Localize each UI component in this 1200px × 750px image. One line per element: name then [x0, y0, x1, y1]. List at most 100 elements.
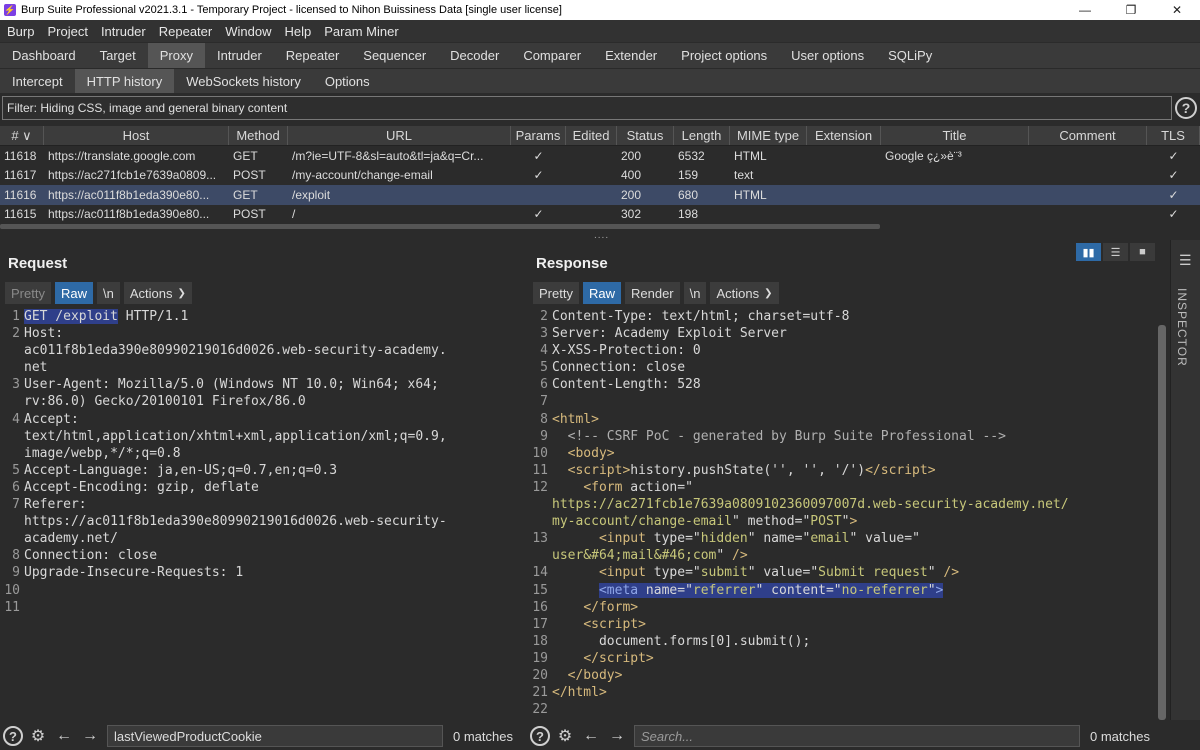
tab-repeater[interactable]: Repeater — [274, 43, 351, 68]
tab-sequencer[interactable]: Sequencer — [351, 43, 438, 68]
tab-proxy[interactable]: Proxy — [147, 43, 205, 68]
main-tabs: Dashboard Target Proxy Intruder Repeater… — [0, 43, 1200, 68]
col-num[interactable]: # ∨ — [0, 126, 44, 145]
cell-ext — [807, 146, 881, 166]
cell-status: 200 — [621, 187, 642, 202]
response-raw-button[interactable]: Raw — [582, 282, 621, 304]
table-row[interactable]: 11618 https://translate.google.com GET /… — [0, 146, 1200, 166]
response-pretty-button[interactable]: Pretty — [533, 282, 579, 304]
close-button[interactable]: ✕ — [1154, 0, 1200, 20]
arrow-left-icon[interactable]: ← — [580, 725, 602, 747]
tab-decoder[interactable]: Decoder — [438, 43, 511, 68]
cell-mime — [730, 205, 807, 225]
restore-button[interactable]: ❐ — [1108, 0, 1154, 20]
cell-ext — [807, 185, 881, 205]
menu-burp[interactable]: Burp — [0, 24, 40, 39]
cell-comment — [1029, 205, 1147, 225]
request-pretty-button[interactable]: Pretty — [5, 282, 51, 304]
split-vertical-icon[interactable]: ☰ — [1103, 243, 1128, 261]
tab-options[interactable]: Options — [313, 69, 382, 93]
inspector-label[interactable]: INSPECTOR — [1175, 288, 1189, 367]
response-toolbar: Pretty Raw Render \n Actions ❯ — [533, 282, 779, 304]
tab-intercept[interactable]: Intercept — [0, 69, 75, 93]
response-editor[interactable]: 2 Content-Type: text/html; charset=utf-8 … — [530, 308, 1158, 718]
table-row[interactable]: 11617 https://ac271fcb1e7639a0809... POS… — [0, 166, 1200, 186]
col-host[interactable]: Host — [44, 126, 229, 145]
arrow-left-icon[interactable]: ← — [53, 725, 75, 747]
cell-length: 6532 — [678, 148, 705, 163]
response-match-count: 0 matches — [1090, 728, 1150, 744]
request-raw-button[interactable]: Raw — [54, 282, 93, 304]
response-actions-button[interactable]: Actions ❯ — [710, 282, 779, 304]
filter-bar[interactable]: Filter: Hiding CSS, image and general bi… — [2, 96, 1172, 120]
cell-edited — [566, 146, 617, 166]
tab-user-options[interactable]: User options — [779, 43, 876, 68]
menu-window[interactable]: Window — [218, 24, 277, 39]
response-search-input[interactable]: Search... — [634, 725, 1080, 747]
cell-method: POST — [233, 207, 266, 222]
tab-http-history[interactable]: HTTP history — [74, 69, 175, 93]
cell-comment — [1029, 166, 1147, 186]
menu-intruder[interactable]: Intruder — [94, 24, 152, 39]
single-pane-icon[interactable]: ■ — [1130, 243, 1155, 261]
inspector-panel[interactable]: ☰ INSPECTOR — [1170, 240, 1200, 720]
tab-target[interactable]: Target — [88, 43, 148, 68]
request-newline-button[interactable]: \n — [96, 282, 120, 304]
cell-comment — [1029, 185, 1147, 205]
col-status[interactable]: Status — [617, 126, 674, 145]
response-search-bar: ? ⚙ ← → Search... 0 matches — [530, 723, 1150, 749]
col-edited[interactable]: Edited — [566, 126, 617, 145]
request-editor[interactable]: 1 GET /exploit HTTP/1.1 2 Host: ac011f8b1e… — [2, 308, 520, 718]
cell-title — [881, 166, 1029, 186]
col-title[interactable]: Title — [881, 126, 1029, 145]
cell-params: ✓ — [533, 148, 544, 163]
table-row-selected[interactable]: 11616 https://ac011f8b1eda390e80... GET … — [0, 185, 1200, 205]
menu-project[interactable]: Project — [40, 24, 93, 39]
tab-comparer[interactable]: Comparer — [511, 43, 593, 68]
response-render-button[interactable]: Render — [624, 282, 680, 304]
cell-edited — [566, 166, 617, 186]
help-icon[interactable]: ? — [3, 726, 23, 746]
http-history-table: # ∨ Host Method URL Params Edited Status… — [0, 126, 1200, 230]
tab-project-options[interactable]: Project options — [669, 43, 779, 68]
menu-repeater[interactable]: Repeater — [152, 24, 218, 39]
minimize-button[interactable]: — — [1062, 0, 1108, 20]
cell-num: 11616 — [4, 187, 37, 202]
arrow-right-icon[interactable]: → — [79, 725, 101, 747]
response-newline-button[interactable]: \n — [683, 282, 707, 304]
cell-num: 11618 — [4, 148, 37, 163]
window-title: Burp Suite Professional v2021.3.1 - Temp… — [21, 4, 562, 16]
cell-mime: HTML — [734, 148, 767, 163]
col-tls[interactable]: TLS — [1147, 126, 1200, 145]
col-url[interactable]: URL — [288, 126, 511, 145]
response-vertical-scrollbar[interactable] — [1158, 325, 1166, 720]
table-horizontal-scrollbar[interactable] — [0, 224, 880, 229]
table-row[interactable]: 11615 https://ac011f8b1eda390e80... POST… — [0, 205, 1200, 225]
tab-dashboard[interactable]: Dashboard — [0, 43, 88, 68]
tab-sqlipy[interactable]: SQLiPy — [876, 43, 944, 68]
request-search-input[interactable]: lastViewedProductCookie — [107, 725, 443, 747]
tab-intruder[interactable]: Intruder — [205, 43, 274, 68]
tab-websockets-history[interactable]: WebSockets history — [174, 69, 313, 93]
pane-divider-handle[interactable]: .... — [594, 230, 609, 241]
split-horizontal-icon[interactable]: ▮▮ — [1076, 243, 1101, 261]
col-params[interactable]: Params — [511, 126, 566, 145]
request-actions-button[interactable]: Actions ❯ — [123, 282, 192, 304]
gear-icon[interactable]: ⚙ — [27, 725, 49, 747]
arrow-right-icon[interactable]: → — [606, 725, 628, 747]
actions-label: Actions — [129, 285, 173, 301]
menu-help[interactable]: Help — [277, 24, 317, 39]
col-extension[interactable]: Extension — [807, 126, 881, 145]
menu-param-miner[interactable]: Param Miner — [317, 24, 404, 39]
col-mime[interactable]: MIME type — [730, 126, 807, 145]
col-length[interactable]: Length — [674, 126, 730, 145]
gear-icon[interactable]: ⚙ — [554, 725, 576, 747]
layout-toggle-group: ▮▮ ☰ ■ — [1076, 243, 1155, 261]
hamburger-icon[interactable]: ☰ — [1179, 252, 1192, 269]
tab-extender[interactable]: Extender — [593, 43, 669, 68]
table-header: # ∨ Host Method URL Params Edited Status… — [0, 126, 1200, 146]
help-icon[interactable]: ? — [530, 726, 550, 746]
help-icon[interactable]: ? — [1175, 97, 1197, 119]
col-method[interactable]: Method — [229, 126, 288, 145]
col-comment[interactable]: Comment — [1029, 126, 1147, 145]
